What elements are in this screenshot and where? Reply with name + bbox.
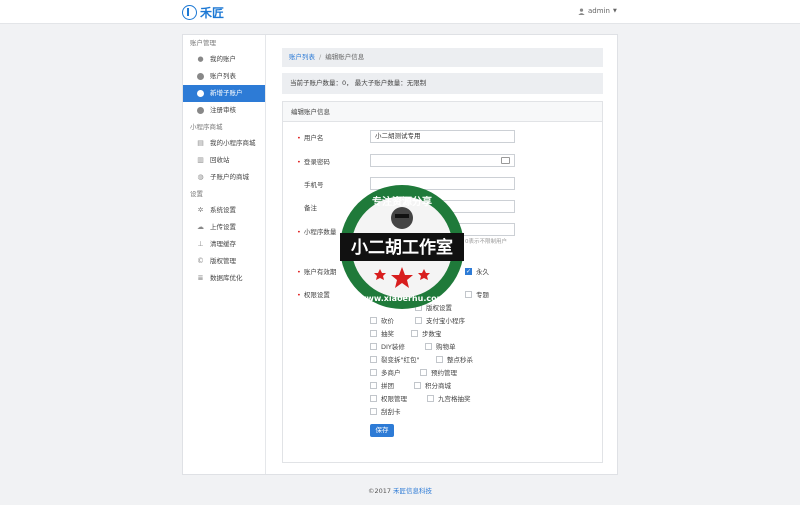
- phone-label: 手机号: [304, 181, 324, 189]
- breadcrumb-current: 编辑账户信息: [325, 53, 365, 61]
- sidebar-item-label: 数据库优化: [210, 274, 243, 282]
- permission-checkbox-shopping-list[interactable]: 购物单: [425, 341, 456, 351]
- required-mark: •: [297, 228, 301, 236]
- permission-checkbox-step-treasure[interactable]: 步数宝: [411, 328, 442, 338]
- card-title: 编辑账户信息: [283, 102, 602, 122]
- sidebar-item-label: 注册审核: [210, 106, 236, 114]
- miniapp-count-label: • 小程序数量: [297, 228, 337, 236]
- checkbox-checked-icon: ✓: [465, 267, 472, 275]
- sidebar-item-upload-settings[interactable]: ☁ 上传设置: [183, 219, 265, 236]
- footer-copyright: ©2017: [367, 487, 394, 495]
- permission-label: • 权限设置: [297, 291, 330, 299]
- permission-checkbox-booking[interactable]: 预约管理: [420, 367, 457, 377]
- review-icon: [197, 107, 204, 114]
- miniapp-count-hint: 0表示不限制用户: [465, 239, 507, 245]
- account-count-notice: 当前子账户数量：0， 最大子账户数量：无限制: [282, 73, 603, 94]
- password-label: • 登录密码: [297, 158, 330, 166]
- trash-icon: ▥: [197, 156, 204, 164]
- gear-icon: ✲: [197, 206, 204, 214]
- permission-checkbox-scratch-card[interactable]: 刮刮卡: [370, 406, 401, 416]
- sidebar-item-label: 清理缓存: [210, 240, 236, 248]
- permission-checkbox-multi-merchant[interactable]: 多商户: [370, 367, 401, 377]
- permission-checkbox-group-buy[interactable]: 拼团: [370, 380, 394, 390]
- footer: ©2017 禾匠信息科技: [0, 485, 800, 495]
- user-icon: [578, 7, 585, 15]
- sidebar-item-label: 版权管理: [210, 257, 236, 265]
- sidebar-item-label: 上传设置: [210, 223, 236, 231]
- sidebar-item-label: 我的小程序商城: [210, 139, 256, 147]
- sidebar-item-label: 我的账户: [210, 55, 236, 63]
- content-area: 账户列表 / 编辑账户信息 当前子账户数量：0， 最大子账户数量：无限制 编辑账户信…: [282, 48, 603, 463]
- add-account-icon: [197, 90, 204, 97]
- user-name: admin: [588, 7, 610, 15]
- permission-checkbox-nine-grid[interactable]: 九宫格抽奖: [427, 393, 471, 403]
- clear-cache-icon: ⊥: [197, 240, 204, 248]
- username-input[interactable]: 小二胡测试专用: [370, 130, 515, 143]
- chevron-down-icon: ▼: [612, 8, 617, 14]
- sidebar-item-recycle-bin[interactable]: ▥ 回收站: [183, 152, 265, 169]
- required-mark: •: [297, 268, 301, 276]
- sidebar-item-my-mall[interactable]: ▤ 我的小程序商城: [183, 135, 265, 152]
- user-menu[interactable]: admin ▼: [578, 7, 617, 15]
- sidebar-item-system-settings[interactable]: ✲ 系统设置: [183, 202, 265, 219]
- validity-label: • 账户有效期: [297, 268, 337, 276]
- permission-checkbox-topic[interactable]: 专题: [465, 289, 489, 299]
- permission-checkbox-alipay-miniapp[interactable]: 支付宝小程序: [415, 315, 465, 325]
- sidebar-item-account-list[interactable]: 账户列表: [183, 68, 265, 85]
- breadcrumb: 账户列表 / 编辑账户信息: [282, 48, 603, 67]
- required-mark: •: [297, 291, 301, 299]
- sidebar-group-mall: 小程序商城: [190, 123, 223, 131]
- logo-text: 禾匠: [200, 6, 225, 20]
- sidebar-item-label: 账户列表: [210, 72, 236, 80]
- footer-company-link[interactable]: 禾匠信息科技: [393, 487, 432, 495]
- keyboard-icon: [501, 157, 510, 164]
- watermark-main-text: 小二胡工作室: [351, 237, 453, 258]
- forever-checkbox[interactable]: ✓ 永久: [465, 266, 489, 276]
- sidebar-item-label: 系统设置: [210, 206, 236, 214]
- permission-checkbox-red-packet[interactable]: 裂变拆"红包": [370, 354, 419, 364]
- user-icon: ●: [197, 55, 204, 63]
- sidebar-item-copyright[interactable]: © 版权管理: [183, 253, 265, 270]
- sidebar-item-sub-account-mall[interactable]: ◍ 子账户的商城: [183, 169, 265, 186]
- top-navbar: 禾匠 admin ▼: [0, 0, 800, 24]
- password-input[interactable]: [370, 154, 515, 167]
- username-label: • 用户名: [297, 134, 324, 142]
- brand-logo[interactable]: 禾匠: [182, 4, 224, 21]
- sidebar-item-label: 子账户的商城: [210, 173, 249, 181]
- permission-checkbox-points-mall[interactable]: 积分商城: [414, 380, 451, 390]
- required-mark: •: [297, 134, 301, 142]
- sidebar-item-add-sub-account[interactable]: 新增子账户: [183, 85, 265, 102]
- required-mark: •: [297, 158, 301, 166]
- shop-icon: ▤: [197, 139, 204, 147]
- permission-checkbox-permission-manage[interactable]: 权限管理: [370, 393, 407, 403]
- copyright-icon: ©: [197, 257, 204, 265]
- sidebar-group-settings: 设置: [190, 190, 203, 198]
- list-icon: [197, 73, 204, 80]
- sub-shop-icon: ◍: [197, 173, 204, 181]
- database-icon: ≣: [197, 274, 204, 282]
- sidebar-item-db-optimize[interactable]: ≣ 数据库优化: [183, 270, 265, 287]
- cloud-upload-icon: ☁: [197, 223, 204, 231]
- save-button[interactable]: 保存: [370, 424, 394, 437]
- permission-checkbox-flash-sale[interactable]: 整点秒杀: [436, 354, 473, 364]
- watermark-badge: 专注资源分享 小二胡工作室 www.xiaoerhu.com: [340, 185, 464, 309]
- permission-checkbox-lottery[interactable]: 抽奖: [370, 328, 394, 338]
- watermark-url: www.xiaoerhu.com: [359, 294, 445, 303]
- permission-checkbox-bargain[interactable]: 砍价: [370, 315, 394, 325]
- sidebar-item-label: 新增子账户: [210, 89, 243, 97]
- sidebar: 账户管理 ● 我的账户 账户列表 新增子账户 注册审核 小程序商城 ▤ 我的小程…: [183, 35, 266, 474]
- permission-checkbox-diy[interactable]: DIY装修: [370, 341, 405, 351]
- sidebar-item-my-account[interactable]: ● 我的账户: [183, 51, 265, 68]
- breadcrumb-separator: /: [319, 53, 322, 61]
- sidebar-item-label: 回收站: [210, 156, 230, 164]
- watermark-top-text: 专注资源分享: [372, 195, 432, 208]
- sidebar-group-account: 账户管理: [190, 39, 216, 47]
- sidebar-item-clear-cache[interactable]: ⊥ 清理缓存: [183, 236, 265, 253]
- remark-label: 备注: [304, 204, 317, 212]
- sidebar-item-register-review[interactable]: 注册审核: [183, 102, 265, 119]
- breadcrumb-link-account-list[interactable]: 账户列表: [289, 53, 315, 61]
- logo-icon: [182, 5, 197, 20]
